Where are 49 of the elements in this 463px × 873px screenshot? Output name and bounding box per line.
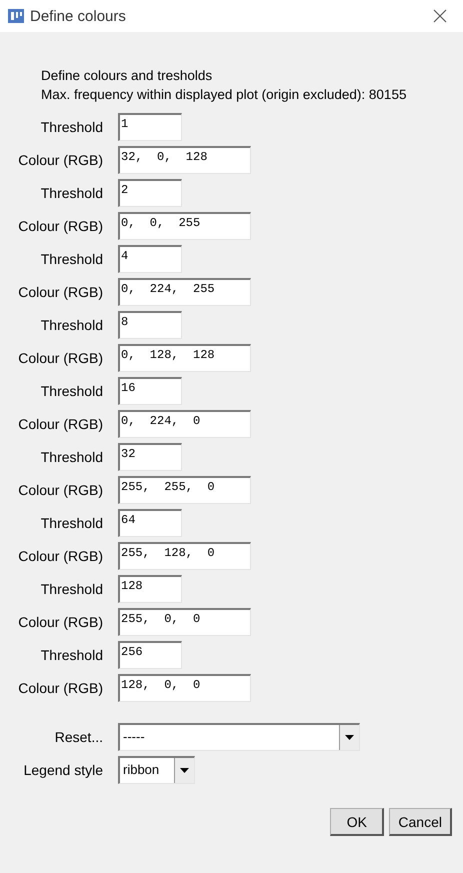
threshold-label: Threshold <box>40 119 103 135</box>
colour-label: Colour (RGB) <box>17 614 103 630</box>
colour-field[interactable]: 0, 224, 0 <box>118 410 251 438</box>
threshold-field[interactable]: 4 <box>118 245 182 273</box>
dropdown-arrow-icon <box>180 768 189 773</box>
threshold-field[interactable]: 1 <box>118 113 182 141</box>
colour-field[interactable]: 0, 128, 128 <box>118 344 251 372</box>
threshold-field[interactable]: 128 <box>118 575 182 603</box>
colour-field[interactable]: 255, 128, 0 <box>118 542 251 570</box>
colour-label: Colour (RGB) <box>17 416 103 432</box>
colour-label: Colour (RGB) <box>17 548 103 564</box>
close-icon[interactable] <box>433 9 447 23</box>
colour-field[interactable]: 128, 0, 0 <box>118 674 251 702</box>
threshold-field[interactable]: 32 <box>118 443 182 471</box>
threshold-label: Threshold <box>40 185 103 201</box>
colour-label: Colour (RGB) <box>17 482 103 498</box>
colour-field[interactable]: 32, 0, 128 <box>118 146 251 174</box>
threshold-label: Threshold <box>40 515 103 531</box>
threshold-label: Threshold <box>40 383 103 399</box>
legend-style-dropdown[interactable]: ribbon <box>118 756 195 784</box>
threshold-label: Threshold <box>40 647 103 663</box>
colour-field[interactable]: 255, 255, 0 <box>118 476 251 504</box>
threshold-field[interactable]: 2 <box>118 179 182 207</box>
ok-button[interactable]: OK <box>330 808 384 836</box>
colour-label: Colour (RGB) <box>17 152 103 168</box>
threshold-field[interactable]: 16 <box>118 377 182 405</box>
colour-field[interactable]: 255, 0, 0 <box>118 608 251 636</box>
threshold-label: Threshold <box>40 251 103 267</box>
window-title: Define colours <box>30 8 127 24</box>
colour-label: Colour (RGB) <box>17 350 103 366</box>
app-icon <box>8 8 24 24</box>
reset-dropdown[interactable]: ----- <box>118 723 360 751</box>
colour-label: Colour (RGB) <box>17 284 103 300</box>
colour-field[interactable]: 0, 224, 255 <box>118 278 251 306</box>
colour-label: Colour (RGB) <box>17 218 103 234</box>
intro-text: Define colours and tresholds <box>41 68 214 83</box>
cancel-button[interactable]: Cancel <box>389 808 452 836</box>
colour-field[interactable]: 0, 0, 255 <box>118 212 251 240</box>
intro-text: Max. frequency within displayed plot (origin excluded): 80155 <box>41 87 408 102</box>
threshold-label: Threshold <box>40 581 103 597</box>
reset-label: Reset... <box>54 729 103 745</box>
dropdown-arrow-icon <box>345 735 354 740</box>
threshold-label: Threshold <box>40 317 103 333</box>
legend-style-label: Legend style <box>22 762 103 778</box>
threshold-field[interactable]: 64 <box>118 509 182 537</box>
colour-label: Colour (RGB) <box>17 680 103 696</box>
threshold-field[interactable]: 8 <box>118 311 182 339</box>
threshold-label: Threshold <box>40 449 103 465</box>
threshold-field[interactable]: 256 <box>118 641 182 669</box>
